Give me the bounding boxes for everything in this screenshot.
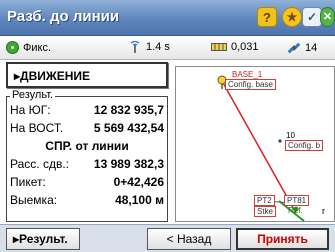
fix-status[interactable]: Фикс. [6, 41, 51, 54]
gnss-fix-icon [6, 41, 19, 54]
point-10-marker [278, 139, 282, 143]
result-row-east: На ВОСТ. 5 569 432,54 [10, 121, 164, 139]
results-group: Результ. На ЮГ: 12 832 935,7 На ВОСТ. 5 … [6, 89, 168, 222]
result-row-offset: Расс. сдв.: 13 989 382,3 [10, 157, 164, 175]
close-icon[interactable]: ✕ [320, 7, 335, 27]
base-label-config: Config. base [225, 79, 276, 90]
result-label: Выемка: [10, 193, 58, 207]
pt81-label-type: Ref. [288, 206, 303, 215]
result-row-section-heading: СПР. от линии [10, 139, 164, 157]
precision-status[interactable]: 0,031 [211, 41, 259, 53]
result-value: 12 832 935,7 [93, 103, 164, 117]
title-bar: Разб. до линии ? ★ ✓ ✕ [0, 0, 335, 36]
correction-age-value: 1.4 s [146, 41, 170, 53]
bottom-bar: ▸Результ. < Назад Принять [0, 224, 335, 252]
left-panel: ▸ДВИЖЕНИЕ Результ. На ЮГ: 12 832 935,7 Н… [6, 62, 168, 222]
pt81-label-name: PT81 [284, 195, 310, 206]
precision-value: 0,031 [231, 41, 259, 53]
precision-bar-icon [211, 43, 227, 51]
pt2-label-name: PT2 [254, 195, 275, 206]
correction-age[interactable]: 1.4 s [128, 41, 170, 53]
result-row-cut: Выемка: 48,100 м [10, 193, 164, 211]
result-row-north: На ЮГ: 12 832 935,7 [10, 103, 164, 121]
result-label: На ВОСТ. [10, 121, 64, 135]
status-bar: Фикс. 1.4 s 0,031 14 [0, 36, 335, 60]
results-legend: Результ. [10, 89, 56, 101]
movement-button[interactable]: ▸ДВИЖЕНИЕ [6, 62, 168, 88]
result-label: На ЮГ: [10, 103, 51, 117]
map-view[interactable]: BASE_1 Config. base 10 Config. b PT2 Stk… [175, 66, 335, 222]
satellite-icon [287, 42, 301, 54]
satellites-status[interactable]: 14 [287, 41, 317, 55]
back-button[interactable]: < Назад [147, 228, 231, 250]
results-button[interactable]: ▸Результ. [6, 228, 80, 250]
satellites-count: 14 [305, 42, 318, 54]
reference-label-r: r [322, 206, 325, 216]
accept-button[interactable]: Принять [236, 228, 329, 250]
result-row-station: Пикет: 0+42,426 [10, 175, 164, 193]
result-value: 48,100 м [115, 193, 164, 207]
radio-antenna-icon [130, 41, 140, 53]
favorites-icon[interactable]: ★ [282, 7, 302, 27]
help-icon[interactable]: ? [257, 7, 277, 27]
point-10-label-name: 10 [286, 131, 295, 140]
result-value: 13 989 382,3 [93, 157, 164, 171]
base-label-name: BASE_1 [232, 70, 263, 79]
fix-status-label: Фикс. [23, 41, 51, 54]
point-10-label-config: Config. b [285, 140, 324, 151]
result-label: Расс. сдв.: [10, 157, 69, 171]
result-section-heading: СПР. от линии [45, 139, 129, 153]
window-title: Разб. до линии [7, 8, 120, 25]
checklist-icon[interactable]: ✓ [302, 7, 322, 27]
result-label: Пикет: [10, 175, 46, 189]
result-value: 0+42,426 [113, 175, 164, 189]
result-value: 5 569 432,54 [93, 121, 164, 135]
pt2-label-type: Stke [254, 206, 277, 217]
